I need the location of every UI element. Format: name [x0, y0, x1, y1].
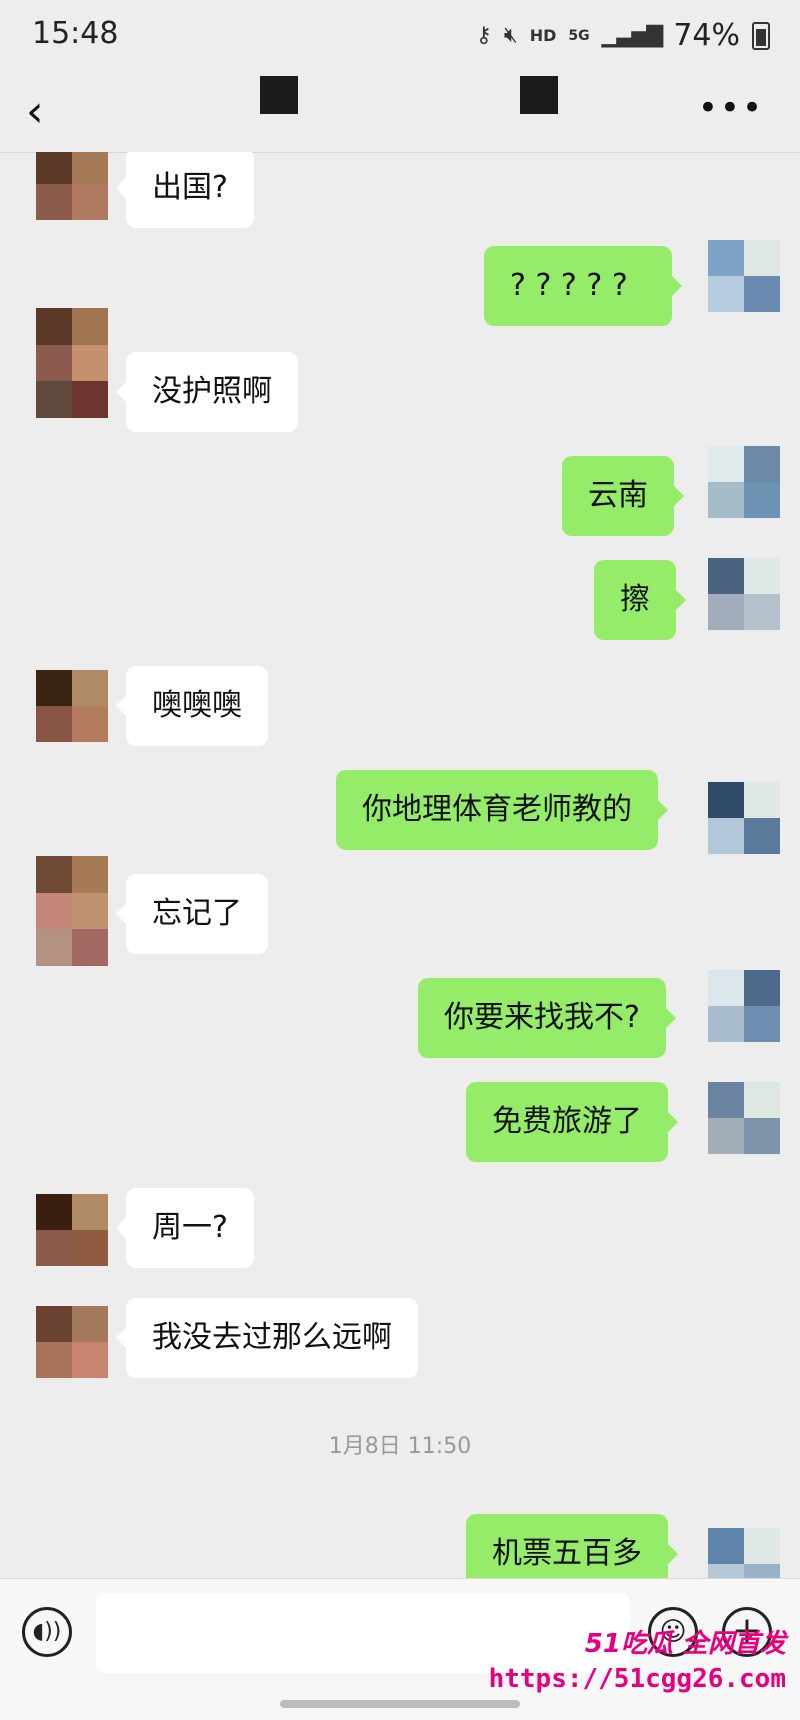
my-avatar[interactable]	[708, 558, 780, 630]
incoming-message[interactable]: 出国?	[116, 152, 254, 228]
incoming-message[interactable]: 噢噢噢	[116, 666, 268, 746]
my-avatar[interactable]	[708, 970, 780, 1042]
mute-icon: 🔇︎	[503, 23, 518, 48]
my-avatar[interactable]	[708, 240, 780, 312]
incoming-message[interactable]: 忘记了	[116, 874, 268, 954]
watermark-url: https://51cgg26.com	[488, 1664, 786, 1694]
outgoing-message[interactable]: 你要来找我不?	[418, 978, 676, 1058]
incoming-message[interactable]: 没护照啊	[116, 352, 298, 432]
contact-avatar[interactable]	[36, 856, 108, 966]
message-input-bar: ◖)) ☺ + 51吃瓜 全网首发 https://51cgg26.com	[0, 1578, 800, 1720]
status-icons: ⚷ 🔇︎ HD 5G ▁▃▅▇ 74%	[476, 18, 770, 53]
outgoing-message[interactable]: ? ? ? ? ?	[484, 246, 682, 326]
back-button[interactable]: ‹	[26, 84, 66, 140]
voice-icon: ◖))	[32, 1619, 62, 1644]
home-indicator	[280, 1700, 520, 1708]
battery-icon	[752, 21, 770, 50]
contact-avatar[interactable]	[36, 1194, 108, 1266]
watermark-brand: 51吃瓜 全网首发	[584, 1629, 786, 1659]
redacted-name-block	[260, 76, 298, 114]
network-5g-label: 5G	[568, 27, 590, 44]
signal-icon: ▁▃▅▇	[601, 23, 664, 48]
outgoing-message[interactable]: 机票五百多	[466, 1514, 678, 1578]
incoming-message[interactable]: 周一?	[116, 1188, 254, 1268]
status-bar: 15:48 ⚷ 🔇︎ HD 5G ▁▃▅▇ 74%	[0, 0, 800, 72]
status-time: 15:48	[32, 16, 119, 51]
message-timestamp: 1月8日 11:50	[328, 1434, 472, 1459]
more-button[interactable]: •••	[698, 88, 764, 128]
contact-avatar[interactable]	[36, 152, 108, 220]
outgoing-message[interactable]: 擦	[594, 560, 686, 640]
incoming-message[interactable]: 我没去过那么远啊	[116, 1298, 418, 1378]
outgoing-message[interactable]: 云南	[562, 456, 684, 536]
chat-area[interactable]: 出国? ? ? ? ? ? 没护照啊 云南 擦 噢噢噢 你地理体育老师教的 忘记…	[0, 152, 800, 1578]
my-avatar[interactable]	[708, 1082, 780, 1154]
my-avatar[interactable]	[708, 446, 780, 518]
chevron-left-icon: ‹	[26, 86, 44, 137]
watermark: 51吃瓜 全网首发 https://51cgg26.com	[489, 1623, 786, 1694]
outgoing-message[interactable]: 免费旅游了	[466, 1082, 678, 1162]
more-dots-icon: •••	[697, 88, 764, 128]
battery-percent: 74%	[673, 18, 740, 53]
my-avatar[interactable]	[708, 1528, 780, 1578]
chat-header: ‹ •••	[0, 72, 800, 153]
contact-avatar[interactable]	[36, 308, 108, 418]
key-icon: ⚷	[475, 23, 492, 48]
redacted-name-block	[520, 76, 558, 114]
voice-button[interactable]: ◖))	[22, 1607, 72, 1657]
my-avatar[interactable]	[708, 782, 780, 854]
contact-avatar[interactable]	[36, 1306, 108, 1378]
contact-avatar[interactable]	[36, 670, 108, 742]
hd-label: HD	[529, 26, 557, 45]
outgoing-message[interactable]: 你地理体育老师教的	[336, 770, 668, 850]
